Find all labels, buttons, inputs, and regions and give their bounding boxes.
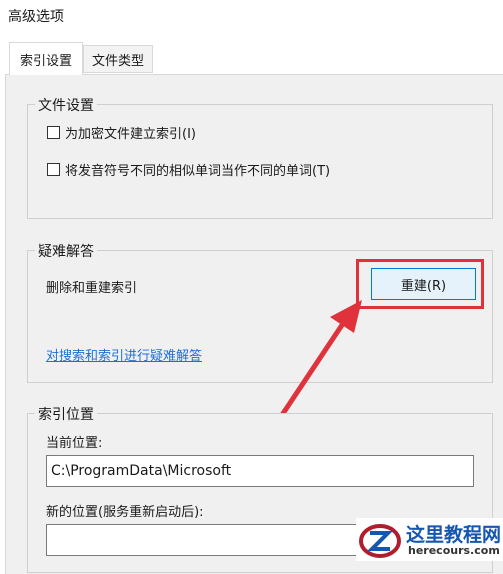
dialog-title: 高级选项: [8, 9, 64, 25]
watermark-logo: 这里教程网 herecours.com: [356, 518, 503, 561]
tab-index-settings[interactable]: 索引设置: [9, 42, 83, 75]
rebuild-description: 删除和重建索引: [46, 281, 138, 296]
encrypt-checkbox[interactable]: [47, 126, 60, 139]
watermark-name: 这里教程网: [406, 524, 502, 546]
troubleshoot-link[interactable]: 对搜索和索引进行疑难解答: [46, 345, 202, 364]
current-location-field[interactable]: C:\ProgramData\Microsoft: [46, 455, 474, 487]
index-location-title: 索引位置: [35, 404, 97, 424]
diacritics-checkbox[interactable]: [47, 163, 60, 176]
watermark-url: herecours.com: [408, 544, 500, 557]
file-settings-title: 文件设置: [35, 95, 97, 115]
watermark-logo-icon: [359, 524, 401, 558]
annotation-arrow: [279, 300, 362, 418]
troubleshoot-title: 疑难解答: [35, 241, 97, 261]
new-location-label: 新的位置(服务重新启动后):: [46, 505, 204, 520]
tab-file-types[interactable]: 文件类型: [83, 45, 153, 73]
encrypt-label[interactable]: 为加密文件建立索引(I): [65, 123, 196, 142]
diacritics-label[interactable]: 将发音符号不同的相似单词当作不同的单词(T): [65, 160, 330, 179]
current-location-label: 当前位置:: [46, 436, 103, 451]
